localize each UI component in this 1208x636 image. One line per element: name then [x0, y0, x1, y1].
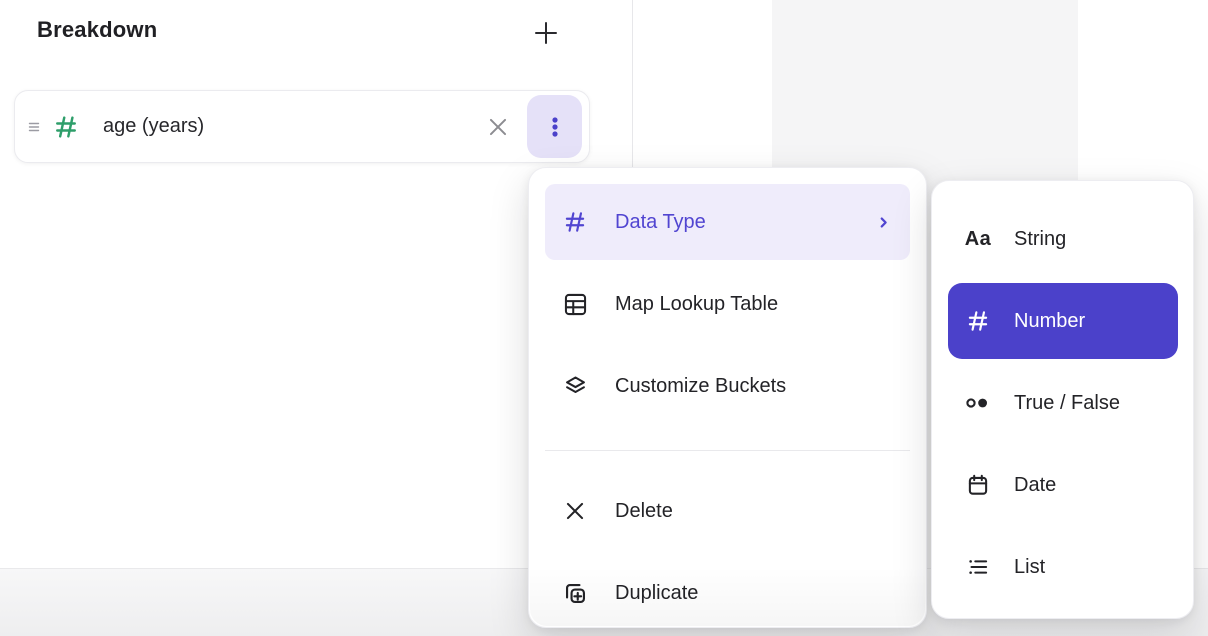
list-icon: [962, 552, 994, 582]
submenu-item-string[interactable]: Aa String: [948, 201, 1178, 277]
menu-item-label: Delete: [615, 500, 673, 523]
submenu-item-number[interactable]: Number: [948, 283, 1178, 359]
boolean-circles-icon: [962, 388, 994, 418]
menu-item-duplicate[interactable]: Duplicate: [545, 555, 910, 631]
submenu-item-list[interactable]: List: [948, 529, 1178, 605]
submenu-item-label: True / False: [1014, 392, 1120, 415]
menu-item-data-type[interactable]: Data Type: [545, 184, 910, 260]
remove-field-button[interactable]: [481, 110, 515, 144]
submenu-item-label: String: [1014, 228, 1066, 251]
hash-icon: [561, 208, 589, 236]
submenu-item-date[interactable]: Date: [948, 447, 1178, 523]
calendar-icon: [962, 470, 994, 500]
submenu-item-label: Date: [1014, 474, 1056, 497]
number-type-hash-icon: [51, 112, 81, 142]
menu-item-customize-buckets[interactable]: Customize Buckets: [545, 348, 910, 424]
kebab-menu-icon: [543, 113, 567, 141]
table-icon: [561, 290, 589, 318]
hash-icon: [962, 306, 994, 336]
data-type-submenu: Aa String Number True / False Date: [931, 180, 1194, 619]
add-breakdown-button[interactable]: [527, 14, 565, 52]
string-aa-icon: Aa: [962, 224, 994, 254]
breakdown-screen: Breakdown age (years): [0, 0, 1208, 636]
plus-icon: [530, 17, 562, 49]
field-options-menu: Data Type Map Lookup Table Customize Buc…: [528, 167, 927, 628]
page-title: Breakdown: [37, 17, 157, 43]
menu-divider: [545, 450, 910, 451]
breakdown-field-card: age (years): [14, 90, 590, 163]
submenu-item-true-false[interactable]: True / False: [948, 365, 1178, 441]
field-name: age (years): [103, 115, 204, 138]
submenu-item-label: List: [1014, 556, 1045, 579]
stack-icon: [561, 372, 589, 400]
chevron-right-icon: [875, 214, 892, 231]
menu-item-label: Customize Buckets: [615, 375, 786, 398]
duplicate-icon: [561, 579, 589, 607]
menu-item-delete[interactable]: Delete: [545, 473, 910, 549]
field-options-button[interactable]: [527, 95, 582, 158]
submenu-item-label: Number: [1014, 310, 1085, 333]
x-icon: [561, 497, 589, 525]
close-icon: [485, 114, 511, 140]
menu-item-map-lookup-table[interactable]: Map Lookup Table: [545, 266, 910, 342]
drag-handle-icon[interactable]: [25, 115, 43, 139]
menu-item-label: Map Lookup Table: [615, 293, 778, 316]
menu-item-label: Data Type: [615, 211, 706, 234]
menu-item-label: Duplicate: [615, 582, 698, 605]
